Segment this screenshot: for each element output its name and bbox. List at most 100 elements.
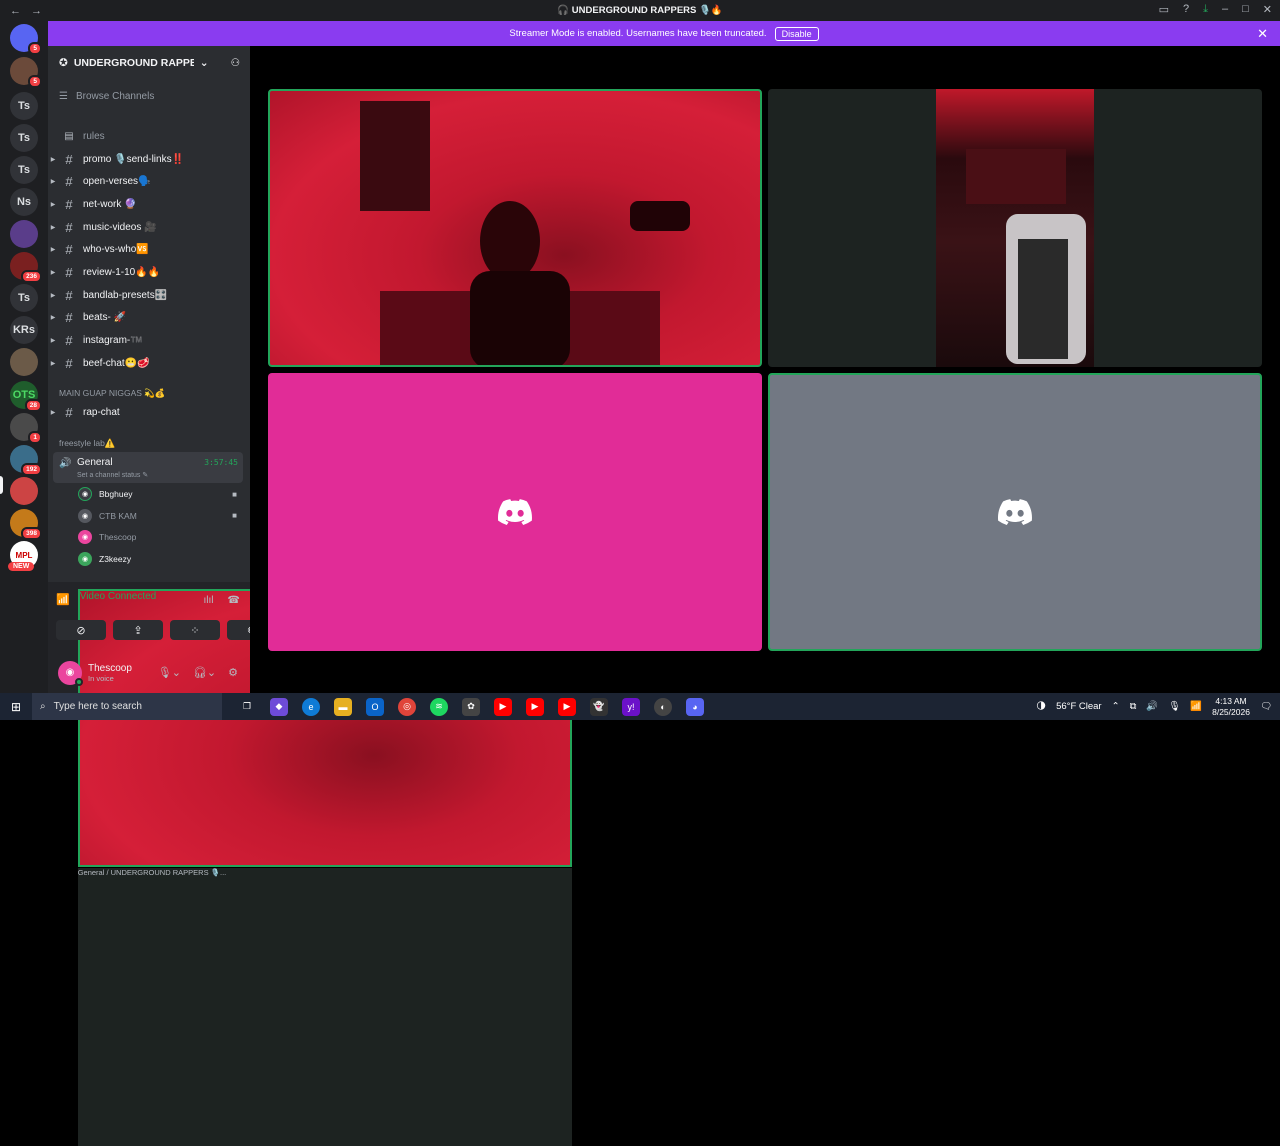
video-tile-thescoop[interactable] [268,373,762,651]
hash-icon: # [65,174,73,190]
channel-item[interactable]: ▶ # who-vs-who🆚 [48,240,250,260]
taskbar-search[interactable]: ⌕ Type here to search [32,693,222,720]
discord-taskbar-icon[interactable]: ◕ [686,697,704,716]
notifications-icon[interactable]: 🗨 [1260,701,1272,712]
volume-icon[interactable]: 🔊 [1146,701,1158,712]
snapchat-icon[interactable]: 👻 [590,697,608,716]
server-icon[interactable]: 398 [10,509,42,540]
outlook-icon[interactable]: O [366,697,384,716]
windows-start-icon[interactable]: ⊞ [0,700,32,714]
server-icon[interactable] [10,348,38,376]
server-icon[interactable]: Ns [10,188,38,216]
close-banner-icon[interactable]: ✕ [1257,26,1268,42]
voice-channel-general[interactable]: 🔊 General Set a channel status ✎ 3:57:45 [53,452,243,483]
file-explorer-icon[interactable]: ▬ [334,697,352,716]
channel-label: review-1-10🔥🔥 [83,267,161,278]
server-icon[interactable]: 236 [10,252,42,283]
chatgpt-icon[interactable]: ✿ [462,697,480,716]
server-icon[interactable]: Ts [10,284,38,312]
invite-icon[interactable]: ⚇ [231,57,240,69]
voice-panel: 📶 Video Connected General / UNDERGROUND … [48,582,572,1146]
browse-channels-label: Browse Channels [75,91,155,102]
channel-item[interactable]: ▶ # beef-chat😬🥩 [48,353,250,373]
yahoo-icon[interactable]: y! [622,697,640,716]
screen-share-button[interactable]: ⇪ [113,620,163,640]
minimize-icon[interactable]: – [1222,3,1228,16]
channel-item[interactable]: ▶ # music-videos 🎥 [48,217,250,237]
back-arrow-icon[interactable]: ← [10,5,21,17]
disconnect-icon[interactable]: ☎ [228,595,240,606]
server-icon[interactable] [10,220,38,248]
voice-member[interactable]: ◉ Thescoop [78,528,243,546]
channel-rap-chat[interactable]: ▶ # rap-chat [48,402,250,422]
poster [360,101,430,211]
server-icon[interactable]: Ts [10,124,38,152]
task-view-icon[interactable]: ❐ [238,698,256,716]
search-placeholder: Type here to search [53,701,142,712]
chevron-down-icon[interactable]: ⌄ [200,57,209,69]
channel-item[interactable]: ▤ rules [48,126,250,146]
forward-arrow-icon[interactable]: → [31,5,42,17]
channel-item[interactable]: ▶ # review-1-10🔥🔥 [48,263,250,283]
category-freestyle-lab[interactable]: freestyle lab⚠️ [59,438,115,449]
clock[interactable]: 4:13 AM 8/25/2026 [1212,696,1250,718]
server-icon[interactable]: Ts [10,92,38,120]
spotify-icon[interactable]: ≋ [430,697,448,716]
clock-date: 8/25/2026 [1212,706,1250,717]
avatar[interactable]: ◉ [58,660,83,686]
hash-icon: # [65,196,73,212]
video-tile-bbghuey[interactable] [268,89,762,367]
channel-item[interactable]: ▶ # open-verses🗣️ [48,172,250,192]
server-icon[interactable]: 5 [10,57,42,88]
video-tile-z3keezy[interactable] [768,373,1262,651]
server-icon[interactable]: 1 [10,413,42,444]
close-window-icon[interactable]: ✕ [1263,3,1272,16]
camera-off-button[interactable]: ⊘ [56,620,106,640]
inbox-icon[interactable]: ▭ [1159,3,1169,16]
server-icon[interactable]: OTS 28 [10,381,42,412]
youtube-icon-3[interactable]: ▶ [558,697,576,716]
server-icon[interactable]: 192 [10,445,42,476]
category-main-guap[interactable]: MAIN GUAP NIGGAS 💫💰 [59,388,166,399]
server-header[interactable]: ✪ UNDERGROUND RAPPE... ⌄ ⚇ [48,46,250,79]
activities-button[interactable]: ⁘ [170,620,220,640]
channel-item[interactable]: ▶ # bandlab-presets🎛️ [48,285,250,305]
video-tile-ctb-kam[interactable] [768,89,1262,367]
headphones-icon[interactable]: 🎧︎⌄ [193,666,216,679]
settings-gear-icon[interactable]: ⚙ [228,666,238,679]
youtube-icon[interactable]: ▶ [494,697,512,716]
maximize-icon[interactable]: □ [1242,3,1249,16]
browse-channels[interactable]: ☰ Browse Channels [59,91,154,102]
edge-icon[interactable]: e [302,697,320,716]
voice-member[interactable]: ◉ Z3keezy [78,550,243,568]
mic-tray-icon[interactable]: 🎙︎ [1168,701,1180,712]
network-icon[interactable]: ⧉ [1130,701,1137,712]
channel-status[interactable]: Set a channel status ✎ [77,471,148,479]
wifi-icon[interactable]: 📶 [1190,701,1202,712]
channel-item[interactable]: ▶ # instagram-™️ [48,331,250,351]
weather-text[interactable]: 56°F Clear [1056,701,1102,712]
disable-streamer-mode-button[interactable]: Disable [774,26,819,41]
caret-icon: ▶ [50,247,56,254]
channel-item[interactable]: ▶ # net-work 🔮 [48,194,250,214]
voice-member[interactable]: ◉ CTB KAM ■ [78,507,243,525]
channel-item[interactable]: ▶ # beats- 🚀 [48,308,250,328]
channel-item[interactable]: ▶ # promo 🎙️send-links‼️ [48,149,250,169]
obs-icon[interactable]: ◐ [654,697,672,716]
copilot-icon[interactable]: ◆ [270,697,288,716]
server-icon[interactable]: Ts [10,156,38,184]
voice-member[interactable]: ◉ Bbghuey ■ [78,485,243,503]
member-name: Thescoop [99,532,137,542]
help-icon[interactable]: ? [1183,3,1189,16]
youtube-icon-2[interactable]: ▶ [526,697,544,716]
microphone-icon[interactable]: 🎙︎⌄ [158,666,181,679]
download-icon[interactable]: ⤓ [1203,3,1208,16]
weather-icon[interactable]: 🌗 [1036,701,1046,712]
noise-suppression-icon[interactable]: ılıl [204,595,214,606]
voice-location[interactable]: General / UNDERGROUND RAPPERS 🎙️... [77,868,572,1146]
server-icon[interactable]: KRs [10,316,38,344]
chrome-icon[interactable]: ◎ [398,697,416,716]
server-icon[interactable] [10,477,38,505]
discord-home-icon[interactable]: 5 [10,24,42,55]
chevron-up-icon[interactable]: ⌃ [1112,701,1120,712]
